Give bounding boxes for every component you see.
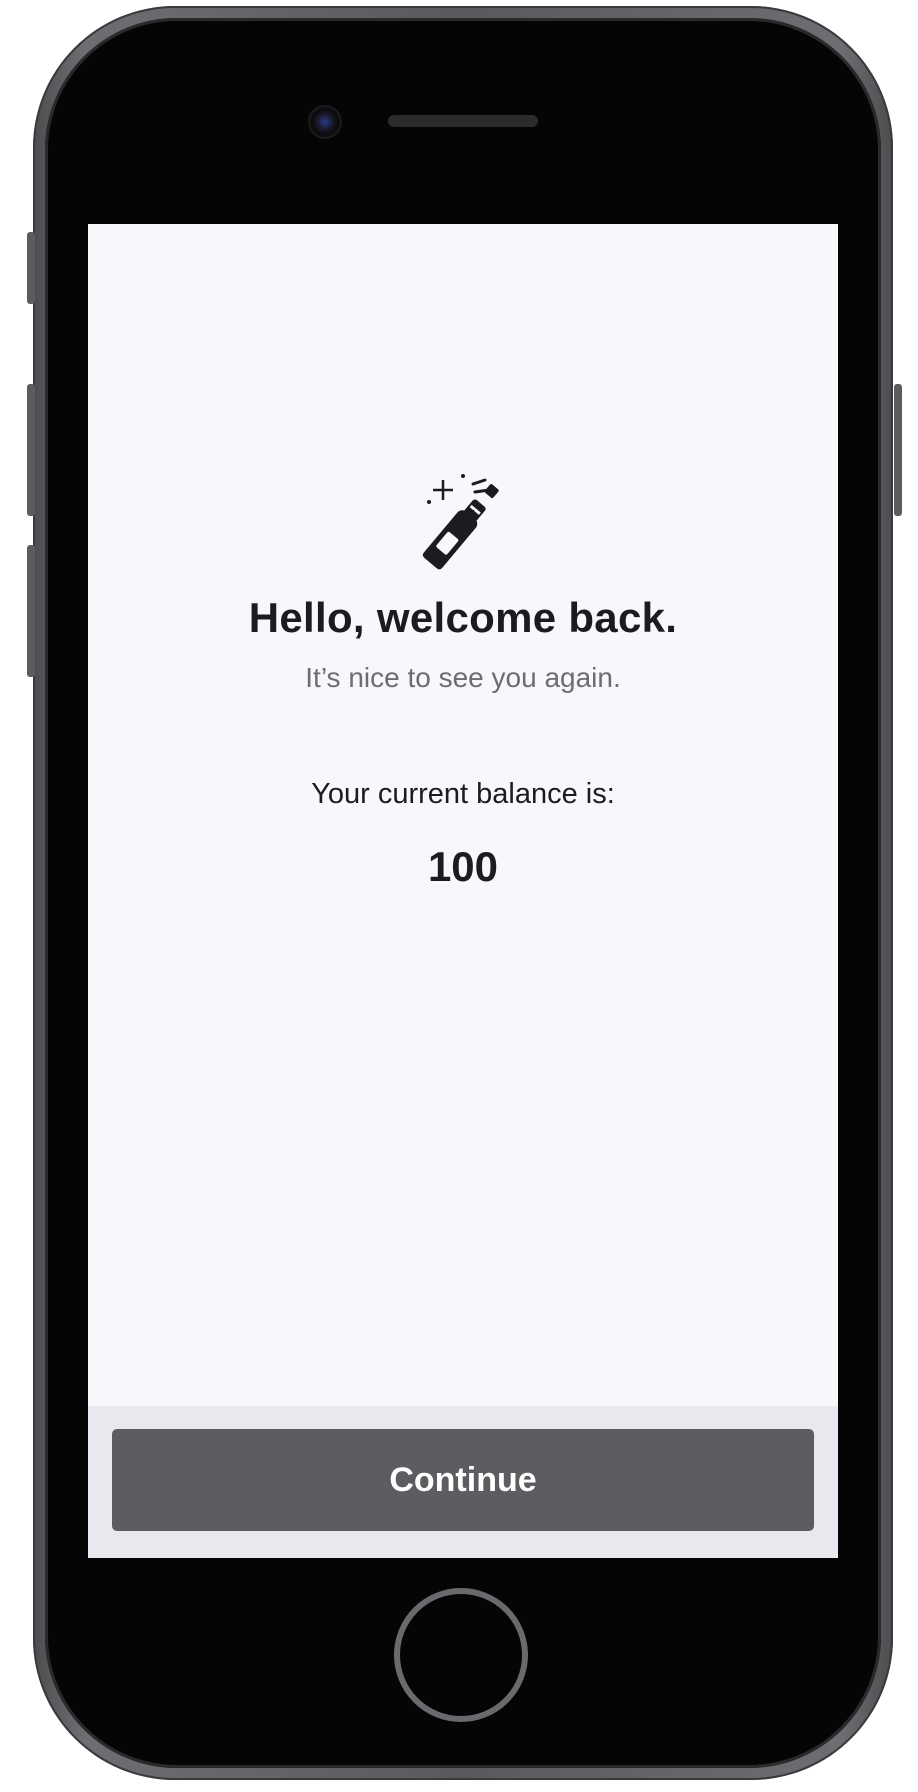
home-button[interactable] [394,1588,528,1722]
footer-bar: Continue [88,1406,838,1558]
front-camera [310,107,340,137]
welcome-content: Hello, welcome back. It’s nice to see yo… [88,224,838,1404]
earpiece-speaker [388,115,538,127]
welcome-title: Hello, welcome back. [248,594,678,641]
balance-value: 100 [427,843,499,890]
volume-up-button [27,384,35,516]
mute-switch [27,232,35,304]
welcome-subtitle: It’s nice to see you again. [305,662,621,693]
volume-down-button [27,545,35,677]
app-screen: Hello, welcome back. It’s nice to see yo… [88,224,838,1558]
balance-label: Your current balance is: [311,778,615,810]
power-button [894,384,902,516]
continue-button[interactable]: Continue [112,1429,814,1531]
champagne-bottle-icon [413,472,513,572]
